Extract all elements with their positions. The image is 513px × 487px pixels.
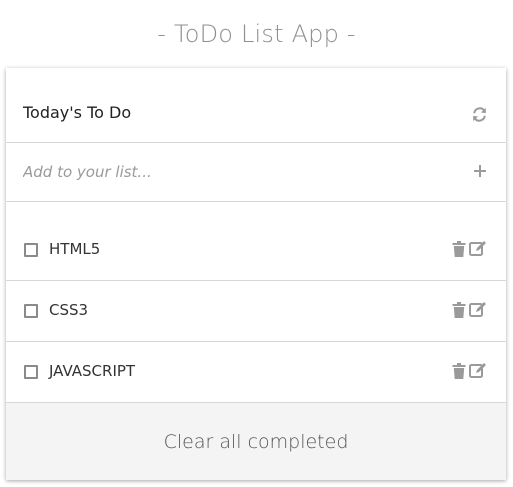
list-item: CSS3 [6,281,506,342]
edit-icon[interactable] [469,240,487,257]
item-checkbox[interactable] [24,304,38,318]
edit-icon[interactable] [469,301,487,318]
trash-icon[interactable] [452,241,466,257]
add-item-input[interactable] [23,160,443,184]
refresh-icon[interactable] [471,106,488,123]
item-checkbox[interactable] [24,365,38,379]
plus-icon[interactable] [472,163,488,179]
app-title: - ToDo List App - [157,20,356,48]
list-item: JAVASCRIPT [6,342,506,403]
item-label: CSS3 [49,301,89,319]
item-label: JAVASCRIPT [49,362,136,380]
edit-icon[interactable] [469,362,487,379]
todo-card: Today's To Do HTML5 CSS3 [6,68,506,480]
item-checkbox[interactable] [24,243,38,257]
item-label: HTML5 [49,240,101,258]
list-header: Today's To Do [6,68,506,143]
list-title: Today's To Do [23,103,132,122]
add-item-row [6,143,506,202]
trash-icon[interactable] [452,302,466,318]
trash-icon[interactable] [452,363,466,379]
clear-completed-button[interactable]: Clear all completed [6,403,506,480]
list-footer: Clear all completed [6,402,506,480]
todo-list: HTML5 CSS3 JAVASCRIPT [6,219,506,403]
list-item: HTML5 [6,219,506,281]
